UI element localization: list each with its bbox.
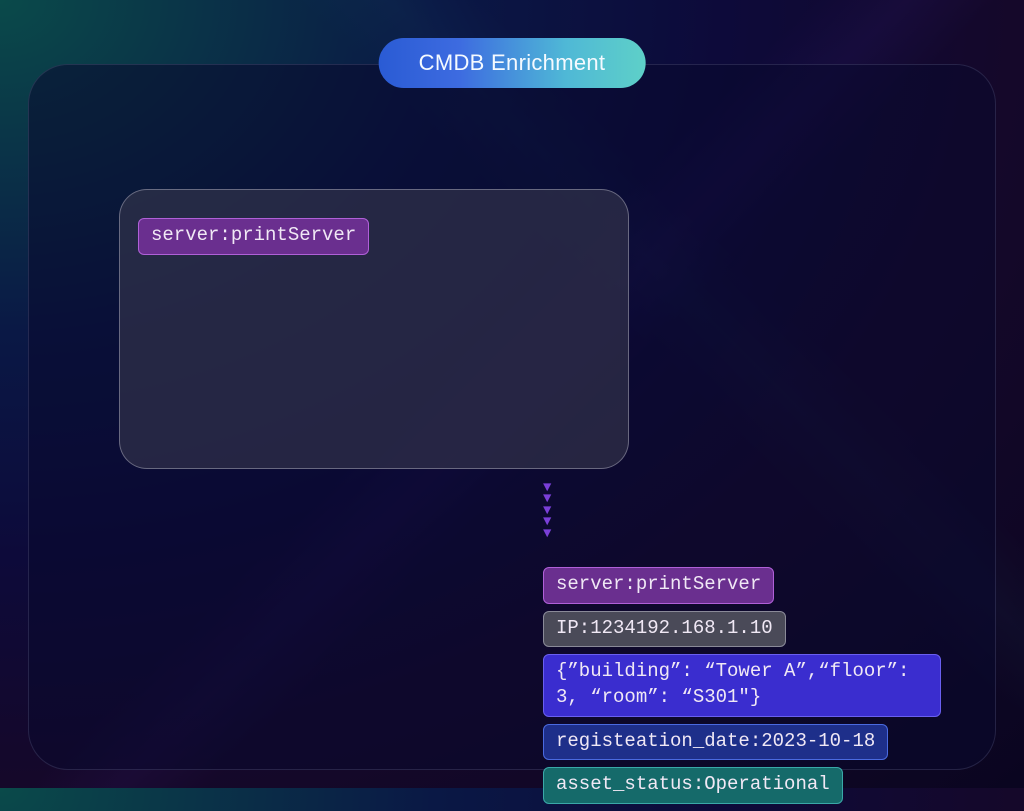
output-server-tag: server:printServer <box>543 567 774 604</box>
chevron-down-icon: ▼ <box>543 529 551 540</box>
title-pill: CMDB Enrichment <box>379 38 646 88</box>
output-stack: server:printServer IP:1234192.168.1.10 {… <box>543 567 943 811</box>
output-location-tag: {”building”: “Tower A”,“floor”: 3, “room… <box>543 654 941 716</box>
input-box: server:printServer <box>119 189 629 469</box>
main-panel: server:printServer ▼ ▼ ▼ ▼ ▼ server:prin… <box>28 64 996 770</box>
output-status-tag: asset_status:Operational <box>543 767 843 804</box>
output-registration-tag: registeation_date:2023-10-18 <box>543 724 888 761</box>
title-text: CMDB Enrichment <box>419 50 606 75</box>
flow-arrow: ▼ ▼ ▼ ▼ ▼ <box>543 483 551 540</box>
output-ip-tag: IP:1234192.168.1.10 <box>543 611 786 648</box>
input-server-tag: server:printServer <box>138 218 369 255</box>
